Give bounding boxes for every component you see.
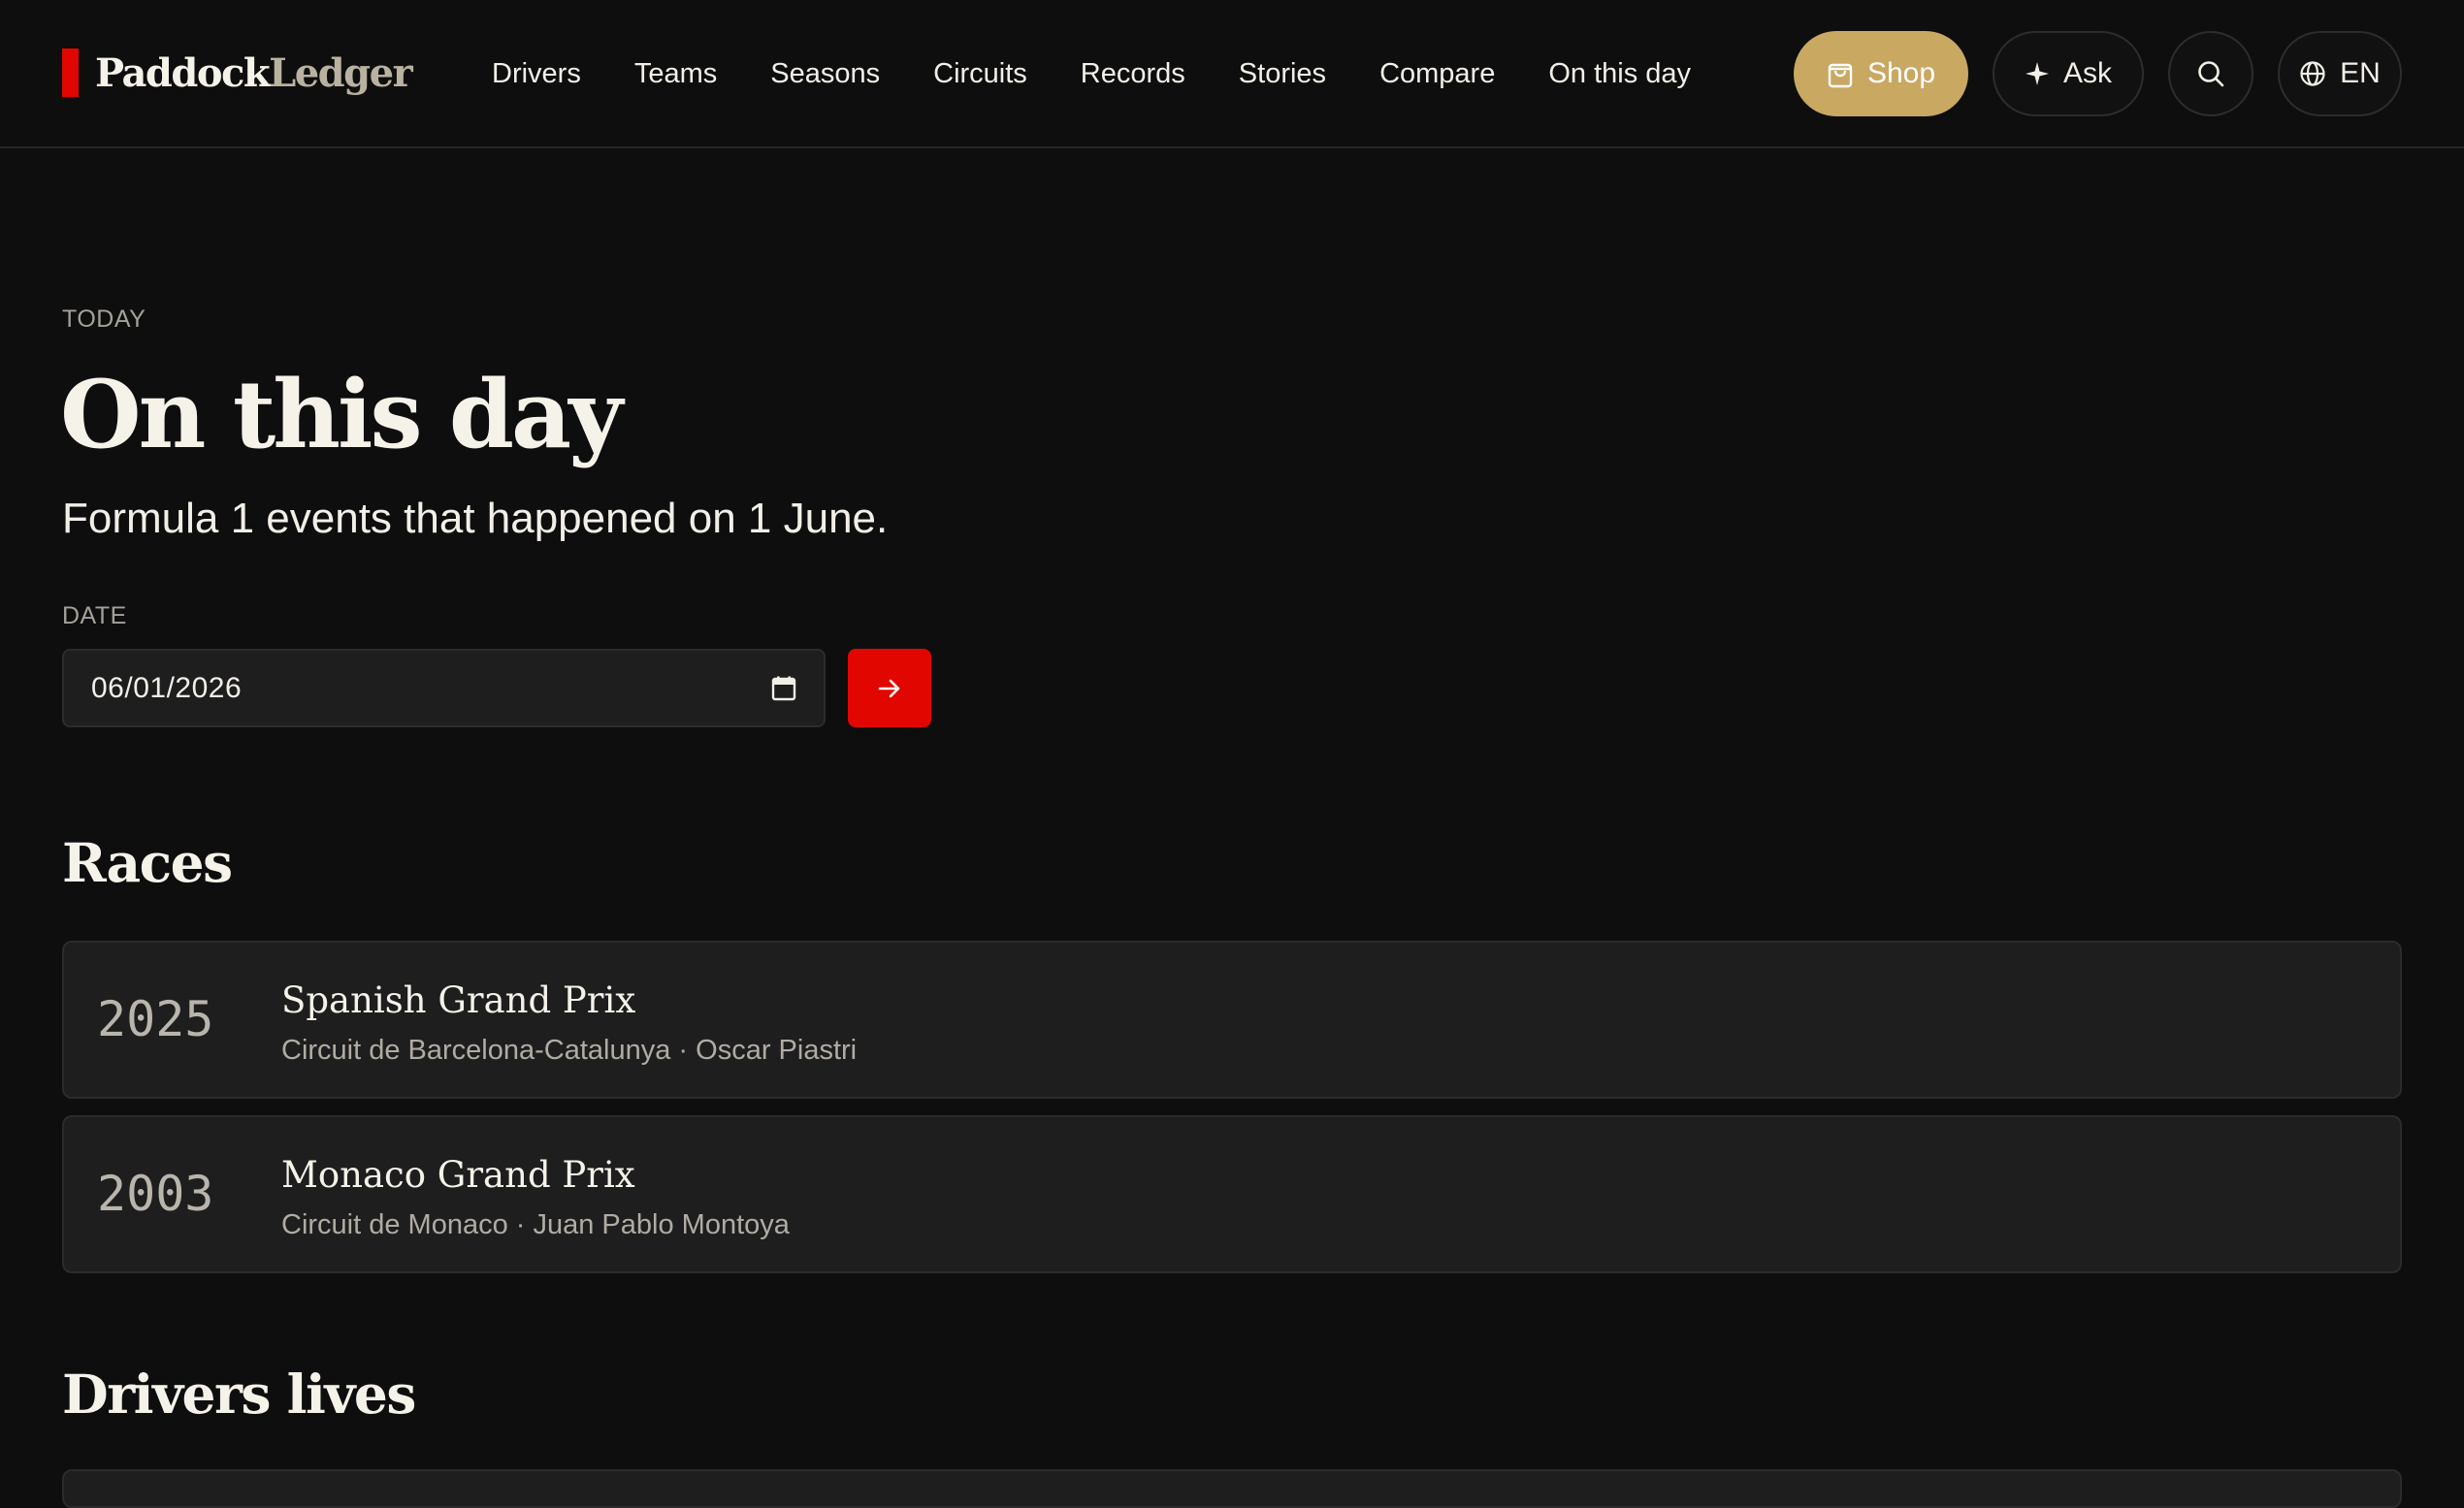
top-navigation-bar: PaddockLedger Drivers Teams Seasons Circ… [0,0,2464,148]
shop-button[interactable]: Shop [1794,31,1968,116]
date-input[interactable]: 06/01/2026 [62,649,826,727]
race-name: Spanish Grand Prix [281,979,636,1021]
shop-button-label: Shop [1866,57,1936,89]
nav-link-stories[interactable]: Stories [1239,58,1326,90]
logo-wordmark: PaddockLedger [95,49,413,96]
logo-red-bar [62,48,79,97]
shopping-bag-icon [1827,59,1854,88]
nav-link-records[interactable]: Records [1081,58,1185,90]
language-button-label: EN [2340,57,2381,89]
language-button[interactable]: EN [2278,31,2402,116]
races-list: 2025 Spanish Grand Prix Circuit de Barce… [62,941,2402,1290]
races-heading: Races [62,831,233,894]
nav-link-seasons[interactable]: Seasons [770,58,880,90]
header-actions: Shop Ask EN [1794,31,2402,116]
drivers-lives-heading: Drivers lives [62,1363,416,1426]
main-nav: Drivers Teams Seasons Circuits Records S… [492,0,1744,148]
race-card[interactable]: 2025 Spanish Grand Prix Circuit de Barce… [62,941,2402,1099]
page-subtitle: Formula 1 events that happened on 1 June… [62,495,889,542]
site-logo[interactable]: PaddockLedger [62,48,413,97]
race-circuit-winner: Circuit de Monaco · Juan Pablo Montoya [281,1209,790,1240]
go-to-date-button[interactable] [848,649,931,727]
race-year: 2003 [97,1166,214,1222]
nav-link-teams[interactable]: Teams [634,58,717,90]
date-input-value: 06/01/2026 [91,671,243,704]
logo-primary-text: Paddock [95,49,271,96]
search-icon [2195,58,2226,89]
drivers-lives-card[interactable] [62,1469,2402,1508]
race-year: 2025 [97,991,214,1047]
search-button[interactable] [2168,31,2253,116]
calendar-icon[interactable] [771,676,796,701]
nav-link-on-this-day[interactable]: On this day [1548,58,1691,90]
hero-eyebrow: TODAY [62,305,146,333]
race-name: Monaco Grand Prix [281,1154,635,1196]
nav-link-circuits[interactable]: Circuits [933,58,1027,90]
ask-button[interactable]: Ask [1993,31,2144,116]
globe-icon [2299,60,2326,87]
sparkle-icon [2025,61,2050,86]
date-field-label: DATE [62,602,127,629]
logo-accent-text: Ledger [269,49,413,96]
ask-button-label: Ask [2062,57,2112,89]
page-title: On this day [60,360,623,469]
nav-link-compare[interactable]: Compare [1379,58,1495,90]
race-card[interactable]: 2003 Monaco Grand Prix Circuit de Monaco… [62,1115,2402,1273]
nav-link-drivers[interactable]: Drivers [492,58,581,90]
arrow-right-icon [877,678,902,699]
race-circuit-winner: Circuit de Barcelona-Catalunya · Oscar P… [281,1035,858,1066]
